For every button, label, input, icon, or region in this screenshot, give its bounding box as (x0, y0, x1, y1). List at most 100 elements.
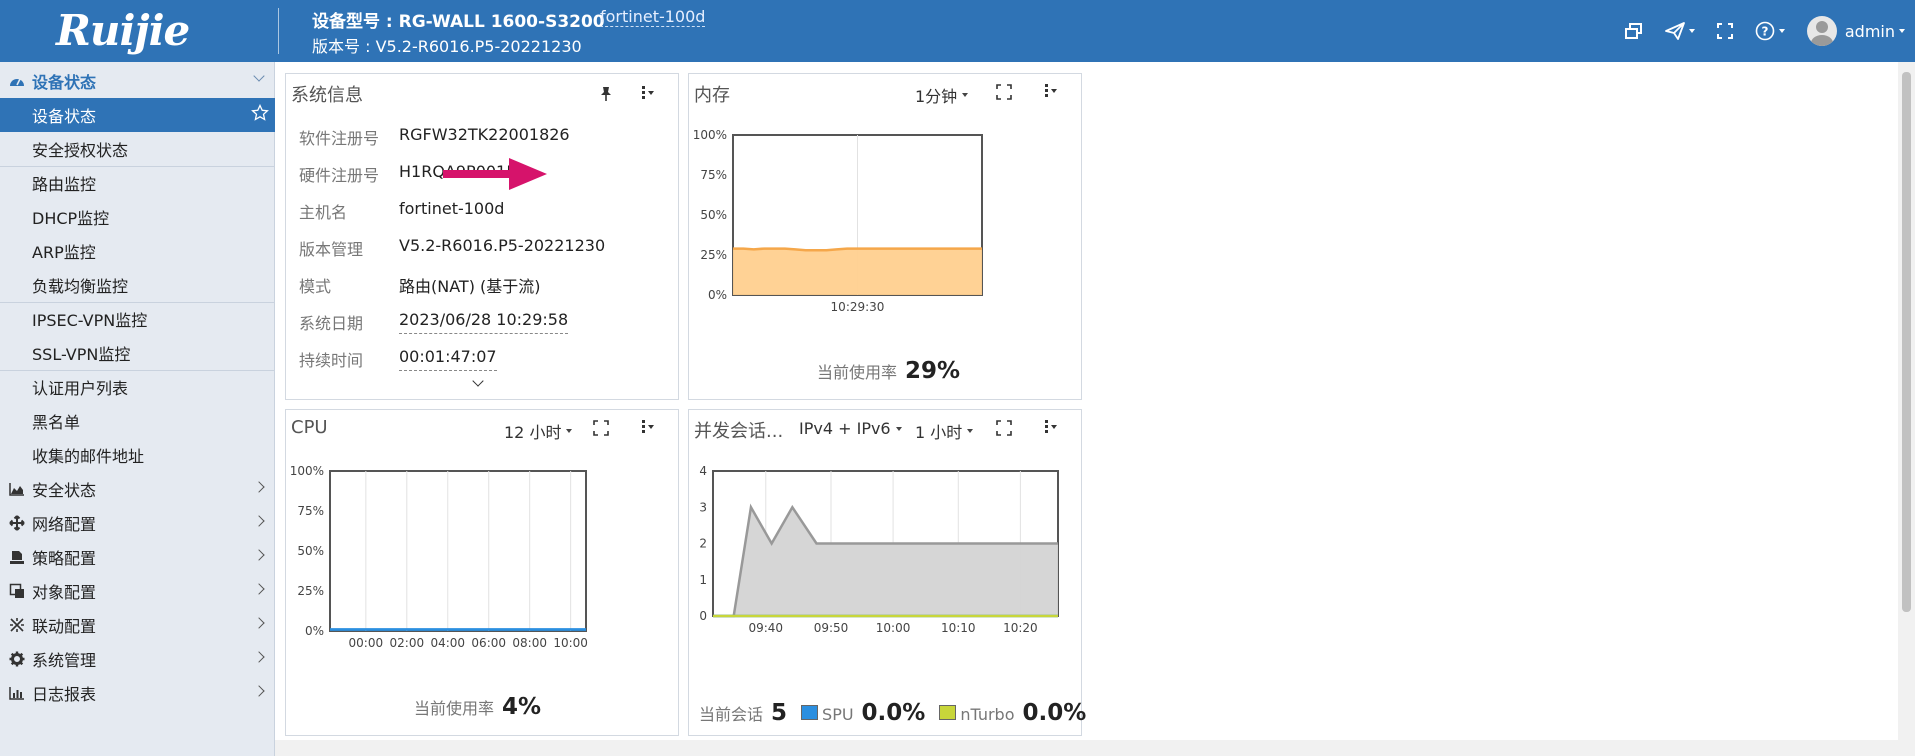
x-tick-label: 10:10 (941, 621, 976, 635)
sidebar-group-security-status[interactable]: 安全状态 (0, 472, 275, 506)
sidebar-group-object-config[interactable]: 对象配置 (0, 574, 275, 608)
annotation-arrow-icon (443, 158, 547, 190)
sidebar-item-route-monitor[interactable]: 路由监控 (0, 166, 275, 200)
sidebar-item-ssl-vpn-monitor[interactable]: SSL-VPN监控 (0, 336, 275, 370)
help-icon[interactable]: ? (1755, 21, 1785, 41)
device-hostname[interactable]: fortinet-100d (600, 7, 706, 27)
info-key: 主机名 (299, 203, 348, 222)
sidebar-group-label: 策略配置 (32, 549, 97, 568)
sidebar-group-label: 设备状态 (32, 73, 97, 92)
star-icon[interactable] (251, 103, 269, 126)
sidebar-group-device-status[interactable]: 设备状态 (0, 64, 275, 98)
info-row: 版本管理 V5.2-R6016.P5-20221230 (299, 236, 605, 260)
chevron-down-icon (967, 429, 974, 433)
sidebar-item-license-status[interactable]: 安全授权状态 (0, 132, 275, 166)
sidebar-item-auth-users[interactable]: 认证用户列表 (0, 370, 275, 404)
sidebar-item-arp-monitor[interactable]: ARP监控 (0, 234, 275, 268)
x-tick-label: 09:50 (814, 621, 849, 635)
x-tick-label: 10:00 (876, 621, 911, 635)
fullscreen-icon[interactable] (996, 420, 1012, 440)
bar-chart-icon (8, 686, 26, 700)
legend-label: SPU (822, 705, 854, 724)
sidebar-item-dhcp-monitor[interactable]: DHCP监控 (0, 200, 275, 234)
fullscreen-icon[interactable] (593, 420, 609, 440)
arrows-icon (8, 515, 26, 531)
panel-title: 并发会话... (694, 421, 784, 442)
chevron-right-icon (253, 617, 265, 629)
cpu-panel: CPU 12 小时 100% 75% 50% 25% 0% 00:00 02:00 04:00… (285, 409, 679, 736)
chevron-down-icon (1688, 29, 1695, 33)
y-tick-label: 75% (700, 168, 727, 182)
panel-menu-icon[interactable] (642, 420, 654, 433)
x-tick-label: 09:40 (748, 621, 783, 635)
sessions-panel: 并发会话... IPv4 + IPv6 1 小时 4 3 2 1 0 09:40 09:50… (688, 409, 1086, 736)
policy-icon (8, 549, 26, 565)
nturbo-swatch (939, 705, 957, 720)
scrollbar-thumb[interactable] (1902, 72, 1911, 612)
sidebar-item-label: 设备状态 (32, 107, 97, 126)
info-value: 路由(NAT) (基于流) (399, 277, 541, 296)
panel-menu-icon[interactable] (1045, 420, 1057, 433)
y-tick-label: 50% (700, 208, 727, 222)
sidebar-group-policy-config[interactable]: 策略配置 (0, 540, 275, 574)
sidebar: 设备状态 设备状态 安全授权状态 路由监控 DHCP监控 ARP监控 负载均衡监… (0, 62, 275, 756)
interval-dropdown[interactable]: 1分钟 (915, 83, 969, 107)
panel-menu-icon[interactable] (642, 86, 654, 99)
sidebar-item-ipsec-vpn-monitor[interactable]: IPSEC-VPN监控 (0, 302, 275, 336)
y-tick-label: 0% (708, 288, 727, 302)
x-tick-label: 10:29:30 (831, 300, 885, 314)
y-tick-label: 100% (693, 128, 727, 142)
info-row: 模式 路由(NAT) (基于流) (299, 273, 541, 297)
chevron-right-icon (253, 651, 265, 663)
expand-more-icon[interactable] (472, 375, 484, 387)
cpu-chart: 100% 75% 50% 25% 0% 00:00 02:00 04:00 06:00 08:00… (290, 464, 588, 650)
sidebar-group-linkage-config[interactable]: 联动配置 (0, 608, 275, 642)
user-menu[interactable]: admin (1806, 16, 1905, 46)
sidebar-item-blacklist[interactable]: 黑名单 (0, 404, 275, 438)
x-tick-label: 10:20 (1003, 621, 1038, 635)
chevron-down-icon (962, 93, 969, 97)
sidebar-group-log-report[interactable]: 日志报表 (0, 676, 275, 710)
info-key: 软件注册号 (299, 129, 380, 148)
horizontal-scrollbar[interactable] (275, 740, 1898, 756)
info-key: 硬件注册号 (299, 166, 380, 185)
sessions-chart: 4 3 2 1 0 09:40 09:50 10:00 10:10 10:20 (699, 464, 1059, 635)
object-icon (8, 583, 26, 599)
interval-dropdown[interactable]: 12 小时 (504, 419, 573, 443)
device-model: 设备型号 : RG-WALL 1600-S3200 (312, 12, 605, 32)
info-key: 模式 (299, 277, 332, 296)
sidebar-group-label: 对象配置 (32, 583, 97, 602)
device-version: 版本号 : V5.2-R6016.P5-20221230 (312, 37, 582, 56)
send-icon[interactable] (1664, 22, 1695, 40)
interval-value: 1 小时 (915, 423, 963, 442)
sidebar-group-network-config[interactable]: 网络配置 (0, 506, 275, 540)
protocol-dropdown[interactable]: IPv4 + IPv6 (799, 419, 902, 438)
system-date-value[interactable]: 2023/06/28 10:29:58 (399, 310, 569, 334)
sidebar-item-collected-emails[interactable]: 收集的邮件地址 (0, 438, 275, 472)
panel-title: CPU (291, 417, 328, 438)
header-divider (278, 8, 279, 54)
sidebar-group-system-admin[interactable]: 系统管理 (0, 642, 275, 676)
sidebar-item-device-status[interactable]: 设备状态 (0, 98, 275, 132)
panel-menu-icon[interactable] (1045, 84, 1057, 97)
memory-usage-stat: 当前使用率 29% (817, 358, 960, 384)
interval-dropdown[interactable]: 1 小时 (915, 419, 974, 443)
x-tick-label: 06:00 (471, 636, 506, 650)
window-restore-icon[interactable] (1624, 23, 1643, 39)
chevron-right-icon (253, 481, 265, 493)
fullscreen-icon[interactable] (1716, 23, 1733, 39)
chevron-right-icon (253, 583, 265, 595)
y-tick-label: 50% (297, 544, 324, 558)
fullscreen-icon[interactable] (996, 84, 1012, 104)
info-key: 版本管理 (299, 240, 364, 259)
y-tick-label: 1 (699, 573, 707, 587)
spu-value: 0.0% (861, 700, 926, 726)
ruijie-logo: Ruijie (56, 6, 190, 55)
pin-icon[interactable] (599, 86, 613, 106)
info-key: 系统日期 (299, 314, 364, 333)
y-tick-label: 0 (699, 609, 707, 623)
sidebar-item-lb-monitor[interactable]: 负载均衡监控 (0, 268, 275, 302)
protocol-value: IPv4 + IPv6 (799, 419, 891, 438)
sidebar-group-label: 网络配置 (32, 515, 97, 534)
chart-frame (329, 470, 587, 632)
